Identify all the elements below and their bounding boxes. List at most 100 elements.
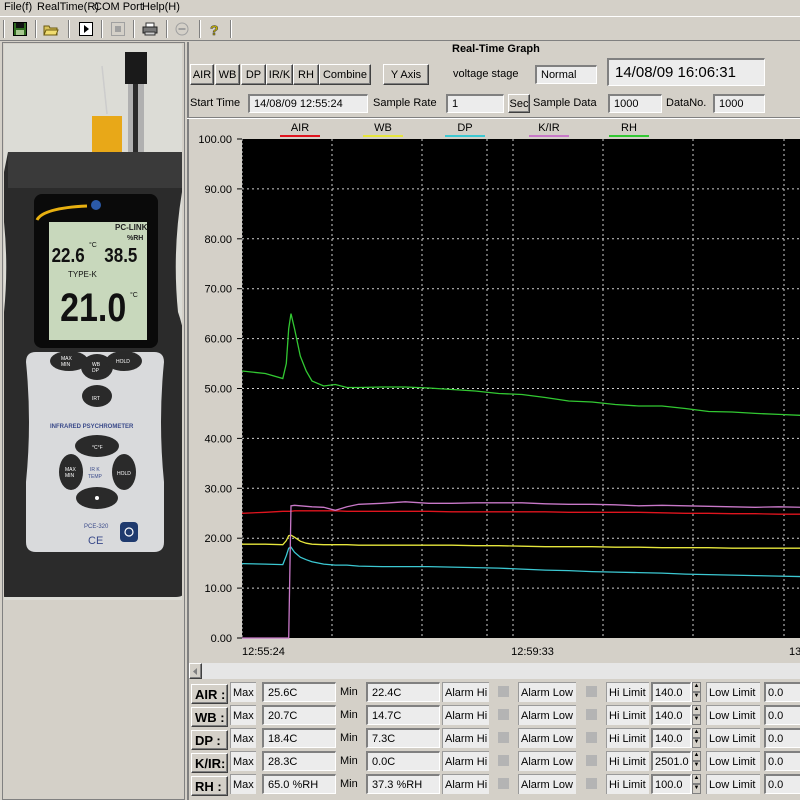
low-limit-input-dp[interactable]: 0.0 — [764, 728, 800, 748]
hi-limit-spinner-air[interactable]: ▲ ▼ — [691, 682, 701, 702]
max-value-kir: 28.3C — [262, 751, 336, 771]
min-value-wb: 14.7C — [366, 705, 440, 725]
legend-label-wb: WB — [374, 122, 392, 134]
alarm-hi-indicator-kir — [498, 755, 509, 766]
hi-limit-input-kir[interactable]: 2501.0 — [651, 751, 691, 771]
device-model: PCE-320 — [84, 524, 109, 530]
play-button[interactable] — [76, 20, 96, 38]
y-tick-label: 50.00 — [204, 384, 232, 396]
lcd-type-k: TYPE-K — [68, 270, 98, 279]
realtime-chart: AIR WB DP K/IR RH 100.00 90.00 80.00 70.00 60.00… — [198, 122, 800, 658]
max-value-rh: 65.0 %RH — [262, 774, 336, 794]
spin-up-icon[interactable]: ▲ — [692, 682, 701, 692]
low-limit-input-rh[interactable]: 0.0 — [764, 774, 800, 794]
spin-up-icon[interactable]: ▲ — [692, 751, 701, 761]
spin-down-icon[interactable]: ▼ — [692, 692, 701, 702]
x-tick-label: 13:0 — [789, 646, 800, 658]
hi-limit-input-rh[interactable]: 100.0 — [651, 774, 691, 794]
y-tick-label: 10.00 — [204, 583, 232, 595]
thermocouple-wire — [101, 65, 108, 115]
low-limit-label: Low Limit — [706, 705, 760, 725]
spin-down-icon[interactable]: ▼ — [692, 784, 701, 794]
channel-row-button-wb[interactable]: WB : — [191, 707, 228, 727]
lcd-temp-unit: °C — [89, 241, 97, 249]
min-label: Min — [340, 778, 358, 790]
channel-button-wb[interactable]: WB — [215, 64, 240, 85]
device-photo: PC-LINK %RH 22.6 °C 38.5 TYPE-K 21.0 °C … — [4, 44, 182, 600]
power-key[interactable] — [120, 522, 138, 542]
menu-file[interactable]: File(f) — [4, 1, 32, 13]
channel-row-button-rh[interactable]: RH : — [191, 776, 228, 796]
menu-com-port[interactable]: COM Port — [94, 1, 143, 13]
channel-row-button-air[interactable]: AIR : — [191, 684, 228, 704]
hi-limit-input-wb[interactable]: 140.0 — [651, 705, 691, 725]
voltage-stage-field: Normal — [535, 65, 597, 84]
spin-down-icon[interactable]: ▼ — [692, 715, 701, 725]
hi-limit-input-dp[interactable]: 140.0 — [651, 728, 691, 748]
toolbar-separator — [230, 20, 232, 38]
sample-rate-unit-button[interactable]: Sec — [508, 94, 530, 113]
combine-button[interactable]: Combine — [319, 64, 371, 85]
voltage-stage-label: voltage stage — [453, 68, 519, 80]
menu-help[interactable]: Help(H) — [142, 1, 180, 13]
spin-up-icon[interactable]: ▲ — [692, 728, 701, 738]
chart-scrollbar[interactable] — [189, 663, 800, 679]
psychrometer-image: PC-LINK %RH 22.6 °C 38.5 TYPE-K 21.0 °C … — [4, 52, 182, 597]
alarm-hi-label: Alarm Hi — [442, 682, 489, 702]
alarm-hi-label: Alarm Hi — [442, 774, 489, 794]
svg-text:?: ? — [210, 22, 219, 37]
channel-button-air[interactable]: AIR — [190, 64, 214, 85]
alarm-low-label: Alarm Low — [518, 728, 576, 748]
y-tick-label: 80.00 — [204, 234, 232, 246]
hi-limit-spinner-wb[interactable]: ▲ ▼ — [691, 705, 701, 725]
y-axis-button[interactable]: Y Axis — [383, 64, 429, 85]
spin-down-icon[interactable]: ▼ — [692, 738, 701, 748]
alarm-hi-label: Alarm Hi — [442, 751, 489, 771]
channel-row-button-kir[interactable]: K/IR: — [191, 753, 228, 773]
channel-button-irk[interactable]: IR/K — [266, 64, 293, 85]
chart-legend: AIR WB DP K/IR RH — [280, 122, 649, 137]
low-limit-input-kir[interactable]: 0.0 — [764, 751, 800, 771]
clock-display: 14/08/09 16:06:31 — [607, 58, 765, 86]
hi-limit-spinner-rh[interactable]: ▲ ▼ — [691, 774, 701, 794]
low-limit-input-air[interactable]: 0.0 — [764, 682, 800, 702]
spin-down-icon[interactable]: ▼ — [692, 761, 701, 771]
menu-realtime[interactable]: RealTime(R) — [37, 1, 99, 13]
hi-limit-spinner-kir[interactable]: ▲ ▼ — [691, 751, 701, 771]
alarm-low-label: Alarm Low — [518, 705, 576, 725]
print-button[interactable] — [140, 20, 160, 38]
device-brand-text: INFRARED PSYCHROMETER — [50, 424, 134, 430]
hi-limit-label: Hi Limit — [606, 774, 649, 794]
alarm-low-label: Alarm Low — [518, 682, 576, 702]
alarm-hi-label: Alarm Hi — [442, 705, 489, 725]
alarm-low-label: Alarm Low — [518, 751, 576, 771]
open-button[interactable] — [41, 20, 61, 38]
svg-text:IRT: IRT — [92, 396, 100, 402]
spin-up-icon[interactable]: ▲ — [692, 774, 701, 784]
hi-limit-label: Hi Limit — [606, 705, 649, 725]
min-value-air: 22.4C — [366, 682, 440, 702]
spin-up-icon[interactable]: ▲ — [692, 705, 701, 715]
channel-button-rh[interactable]: RH — [293, 64, 319, 85]
alarm-low-indicator-kir — [586, 755, 597, 766]
help-button[interactable]: ? — [205, 20, 225, 38]
data-no-field: 1000 — [713, 94, 765, 113]
data-no-label: DataNo. — [666, 97, 707, 109]
disconnect-icon — [175, 22, 189, 36]
max-value-wb: 20.7C — [262, 705, 336, 725]
y-tick-label: 90.00 — [204, 184, 232, 196]
hi-limit-spinner-dp[interactable]: ▲ ▼ — [691, 728, 701, 748]
hi-limit-input-air[interactable]: 140.0 — [651, 682, 691, 702]
stop-button[interactable] — [108, 20, 128, 38]
sample-data-input[interactable]: 1000 — [608, 94, 662, 113]
disconnect-button[interactable] — [172, 20, 192, 38]
sample-rate-input[interactable]: 1 — [446, 94, 504, 113]
scroll-left-button[interactable] — [189, 663, 202, 679]
save-button[interactable] — [10, 20, 30, 38]
low-limit-input-wb[interactable]: 0.0 — [764, 705, 800, 725]
stop-icon — [111, 22, 125, 36]
alarm-hi-indicator-dp — [498, 732, 509, 743]
toolbar-separator — [199, 20, 201, 38]
channel-button-dp[interactable]: DP — [241, 64, 266, 85]
channel-row-button-dp[interactable]: DP : — [191, 730, 228, 750]
